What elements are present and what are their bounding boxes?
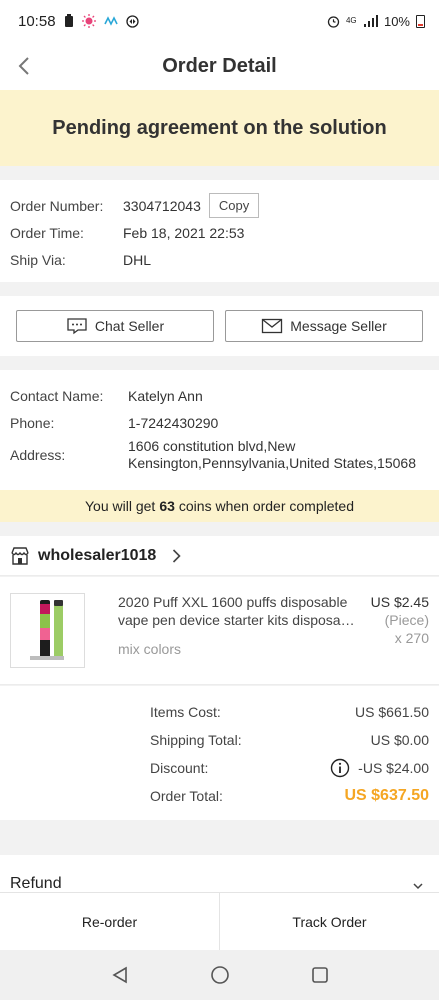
reorder-button[interactable]: Re-order xyxy=(0,893,219,950)
message-seller-label: Message Seller xyxy=(290,318,387,334)
copy-button[interactable]: Copy xyxy=(208,193,260,218)
ship-via-value: DHL xyxy=(123,251,152,268)
order-total-label: Order Total: xyxy=(150,788,223,804)
top-header: Order Detail xyxy=(0,42,439,90)
sync-icon xyxy=(125,14,139,28)
product-thumbnail[interactable] xyxy=(10,593,85,668)
vape-pen-image xyxy=(30,599,64,660)
phone-label: Phone: xyxy=(10,414,55,431)
order-time-value: Feb 18, 2021 22:53 xyxy=(123,224,245,241)
product-row[interactable]: 2020 Puff XXL 1600 puffs disposable vape… xyxy=(0,577,439,685)
shipping-total-value: US $0.00 xyxy=(370,732,429,748)
signal-icon xyxy=(363,15,378,27)
chevron-left-icon xyxy=(18,57,29,75)
contact-card: Contact Name: Katelyn Ann Phone: 1-72424… xyxy=(0,370,439,490)
battery-saver-icon xyxy=(64,14,73,27)
discount-row: Discount: -US $24.00 xyxy=(150,754,429,782)
ship-via-label: Ship Via: xyxy=(10,251,66,268)
product-quantity: x 270 xyxy=(394,630,429,646)
chat-seller-button[interactable]: Chat Seller xyxy=(16,310,214,342)
contact-name-label: Contact Name: xyxy=(10,387,104,404)
page-title: Order Detail xyxy=(162,54,277,77)
order-number-value: 3304712043 xyxy=(123,197,201,214)
coins-amount: 63 xyxy=(159,498,175,514)
battery-icon xyxy=(416,14,425,28)
status-bar: 10:58 4G 10% xyxy=(0,0,439,42)
order-number-row: Order Number: 3304712043 Copy xyxy=(10,192,429,219)
address-label: Address: xyxy=(10,447,66,463)
contact-name-value: Katelyn Ann xyxy=(128,387,203,404)
address-value: 1606 constitution blvd,New Kensington,Pe… xyxy=(128,438,416,471)
discount-value-group: -US $24.00 xyxy=(330,758,429,778)
address-row: Address: 1606 constitution blvd,New Kens… xyxy=(10,438,429,472)
order-time-label: Order Time: xyxy=(10,224,84,241)
chat-icon xyxy=(67,318,87,335)
network-type: 4G xyxy=(345,16,357,25)
shipping-total-row: Shipping Total: US $0.00 xyxy=(150,726,429,754)
status-time: 10:58 xyxy=(18,12,56,30)
chevron-down-icon xyxy=(413,883,423,890)
status-banner: Pending agreement on the solution xyxy=(0,90,439,166)
phone-row: Phone: 1-7242430290 xyxy=(10,409,429,436)
order-total-value: US $637.50 xyxy=(344,787,429,804)
status-notification-icons xyxy=(64,14,139,28)
store-icon xyxy=(11,546,29,565)
coins-suffix: coins when order completed xyxy=(178,498,354,514)
seller-actions: Chat Seller Message Seller xyxy=(0,296,439,356)
chat-seller-label: Chat Seller xyxy=(94,318,165,334)
status-system-icons: 4G 10% xyxy=(327,14,425,29)
product-price-block: US $2.45 (Piece) x 270 xyxy=(371,593,429,684)
product-variant: mix colors xyxy=(118,641,182,657)
items-cost-row: Items Cost: US $661.50 xyxy=(150,698,429,726)
order-time-row: Order Time: Feb 18, 2021 22:53 xyxy=(10,219,429,246)
shop-row[interactable]: wholesaler1018 xyxy=(0,536,439,576)
items-cost-label: Items Cost: xyxy=(150,704,221,720)
discount-label: Discount: xyxy=(150,760,209,776)
order-number-label: Order Number: xyxy=(10,197,104,214)
shipping-total-label: Shipping Total: xyxy=(150,732,242,748)
product-unit: (Piece) xyxy=(384,612,429,628)
status-banner-text: Pending agreement on the solution xyxy=(52,116,387,139)
chevron-right-icon xyxy=(173,548,181,563)
sun-icon xyxy=(81,14,96,28)
info-icon[interactable] xyxy=(330,758,350,778)
phone-value: 1-7242430290 xyxy=(128,414,219,431)
bottom-action-bar: Re-order Track Order xyxy=(0,892,439,950)
order-info-card: Order Number: 3304712043 Copy Order Time… xyxy=(0,180,439,282)
app-notification-icon xyxy=(103,16,118,26)
contact-name-row: Contact Name: Katelyn Ann xyxy=(10,382,429,409)
envelope-icon xyxy=(262,318,283,334)
back-button[interactable] xyxy=(10,52,38,80)
order-total-row: Order Total: US $637.50 xyxy=(150,782,429,810)
coins-banner: You will get 63 coins when order complet… xyxy=(0,490,439,522)
items-cost-value: US $661.50 xyxy=(355,704,429,720)
product-info: 2020 Puff XXL 1600 puffs disposable vape… xyxy=(118,593,358,684)
nav-back-icon[interactable] xyxy=(111,966,129,984)
coins-prefix: You will get xyxy=(85,498,156,514)
product-title[interactable]: 2020 Puff XXL 1600 puffs disposable vape… xyxy=(118,593,358,629)
battery-percent: 10% xyxy=(383,13,410,29)
alarm-icon xyxy=(327,15,340,28)
refund-label: Refund xyxy=(10,875,62,892)
discount-value: -US $24.00 xyxy=(358,760,429,776)
track-order-button[interactable]: Track Order xyxy=(219,893,439,950)
shop-name: wholesaler1018 xyxy=(38,546,157,564)
ship-via-row: Ship Via: DHL xyxy=(10,246,429,273)
cost-summary: Items Cost: US $661.50 Shipping Total: U… xyxy=(0,686,439,820)
message-seller-button[interactable]: Message Seller xyxy=(225,310,423,342)
system-nav-bar xyxy=(0,950,439,1000)
product-price: US $2.45 xyxy=(370,594,429,610)
nav-home-icon[interactable] xyxy=(210,965,230,985)
nav-recents-icon[interactable] xyxy=(311,966,329,984)
